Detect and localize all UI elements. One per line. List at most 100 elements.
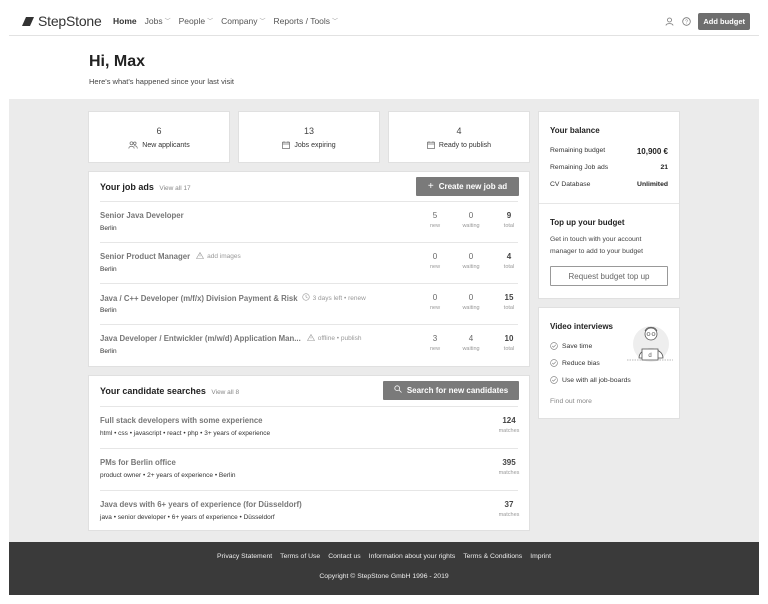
job-ad-title: Java Developer / Entwickler (m/w/d) Appl… [100,334,301,343]
metric-new: 3 new [420,334,450,352]
help-icon[interactable]: ? [681,17,691,27]
nav-jobs[interactable]: Jobs ﹀ [145,16,171,26]
metric-waiting-label: waiting [462,305,480,311]
chevron-down-icon: ﹀ [259,18,266,25]
view-all-job-ads-link[interactable]: View all 17 [159,185,190,192]
balance-card: Your balance Remaining budget 10,900 € Re… [538,111,680,299]
job-ad-title-wrap: Java Developer / Entwickler (m/w/d) Appl… [100,333,361,343]
feature-text: Use with all job-boards [562,376,631,384]
metric-total: 10 total [494,334,524,352]
searches-title: Your candidate searches View all 8 [100,386,239,396]
app-frame: StepStone Home Jobs ﹀ People ﹀ Company ﹀ Re… [9,6,759,595]
view-all-searches-link[interactable]: View all 8 [211,389,239,396]
stat-label-row: Ready to publish [389,141,529,149]
search-new-candidates-button[interactable]: Search for new candidates [383,381,519,400]
metric-new: 5 new [420,211,450,229]
warning-icon [306,333,315,343]
people-icon [128,141,138,149]
search-title: Full stack developers with some experien… [100,416,263,425]
job-ad-row[interactable]: Java Developer / Entwickler (m/w/d) Appl… [100,324,518,365]
metric-new-value: 0 [432,252,438,261]
metric-total-value: 10 [504,334,514,343]
search-title: PMs for Berlin office [100,458,176,467]
stepstone-logo[interactable]: StepStone [21,13,102,29]
stat-new-applicants[interactable]: 6 New applicants [88,111,230,163]
job-ad-title-wrap: Java / C++ Developer (m/f/x) Division Pa… [100,293,366,303]
metric-waiting: 4 waiting [456,334,486,352]
find-out-more-link[interactable]: Find out more [550,398,592,405]
searches-heading: Your candidate searches [100,386,206,396]
nav-home[interactable]: Home [113,16,137,26]
job-ad-note[interactable]: 3 days left • renew [302,293,366,303]
matches-label: matches [498,470,520,476]
greeting-subtitle: Here's what's happened since your last v… [89,77,235,86]
video-interviews-card: Video interviews Save time Reduce bias U… [538,307,680,419]
video-interview-illustration-icon: d [627,326,673,362]
balance-label: Remaining budget [550,147,606,154]
add-budget-button[interactable]: Add budget [698,13,750,30]
metric-total-label: total [503,223,515,229]
balance-row: Remaining budget 10,900 € [550,147,668,156]
warning-icon [196,251,205,261]
request-topup-button[interactable]: Request budget top up [550,266,668,286]
footer-link-rights[interactable]: Information about your rights [369,553,456,560]
footer-link-terms-conditions[interactable]: Terms & Conditions [463,553,522,560]
metric-waiting-label: waiting [462,223,480,229]
job-ad-row[interactable]: Senior Java Developer Berlin 5 new 0 waiti… [100,201,518,242]
job-ad-title-wrap: Senior Java Developer [100,211,184,220]
job-ads-title: Your job ads View all 17 [100,182,191,192]
search-tags: html • css • javascript • react • php • … [100,430,271,437]
nav-company-label: Company [221,16,258,26]
nav-reports-tools[interactable]: Reports / Tools ﹀ [274,16,339,26]
job-ad-note-text: add images [207,253,241,260]
metric-new-label: new [429,305,441,311]
job-ad-row[interactable]: Java / C++ Developer (m/f/x) Division Pa… [100,283,518,324]
nav-right: ? Add budget [664,13,750,30]
footer-link-terms-of-use[interactable]: Terms of Use [280,553,320,560]
stat-label: Jobs expiring [294,141,336,149]
metric-total-label: total [503,264,515,270]
search-row[interactable]: Java devs with 6+ years of experience (f… [100,490,519,531]
metric-new-value: 5 [432,211,438,220]
stat-ready-to-publish[interactable]: 4 Ready to publish [388,111,530,163]
metric-new: 0 new [420,252,450,270]
balance-value: 21 [660,164,668,171]
matches-count: 395 matches [494,458,524,476]
search-row[interactable]: PMs for Berlin office product owner • 2+… [100,448,519,489]
stat-jobs-expiring[interactable]: 13 Jobs expiring [238,111,380,163]
job-ad-note[interactable]: offline • publish [306,333,361,343]
metric-total-value: 9 [506,211,512,220]
job-ad-location: Berlin [100,307,117,314]
create-job-ad-button[interactable]: + Create new job ad [416,177,519,196]
user-icon[interactable] [664,17,674,27]
job-ad-note[interactable]: add images [196,251,241,261]
balance-value: Unlimited [637,181,668,188]
matches-count: 124 matches [494,416,524,434]
nav-people[interactable]: People ﹀ [179,16,213,26]
job-ad-location: Berlin [100,348,117,355]
job-ad-location: Berlin [100,266,117,273]
metric-total-value: 15 [504,293,514,302]
metric-new-label: new [429,223,441,229]
footer: Privacy Statement Terms of Use Contact u… [9,542,759,595]
logo-text: StepStone [38,13,102,29]
job-ad-row[interactable]: Senior Product Manager add images Berlin… [100,242,518,283]
matches-value: 37 [504,500,514,509]
footer-link-privacy[interactable]: Privacy Statement [217,553,272,560]
video-title: Video interviews [550,322,613,331]
search-title: Java devs with 6+ years of experience (f… [100,500,302,509]
footer-link-contact[interactable]: Contact us [328,553,361,560]
metric-waiting-value: 0 [468,211,474,220]
chevron-down-icon: ﹀ [164,18,171,25]
balance-label: CV Database [550,181,591,188]
greeting-title: Hi, Max [89,53,146,70]
stat-label-row: Jobs expiring [239,141,379,149]
search-title-wrap: Full stack developers with some experien… [100,416,263,425]
search-row[interactable]: Full stack developers with some experien… [100,406,519,447]
check-circle-icon [550,342,558,350]
metric-total-value: 4 [506,252,512,261]
svg-text:?: ? [685,19,688,25]
footer-link-imprint[interactable]: Imprint [530,553,551,560]
nav-company[interactable]: Company ﹀ [221,16,265,26]
metric-waiting-value: 0 [468,293,474,302]
